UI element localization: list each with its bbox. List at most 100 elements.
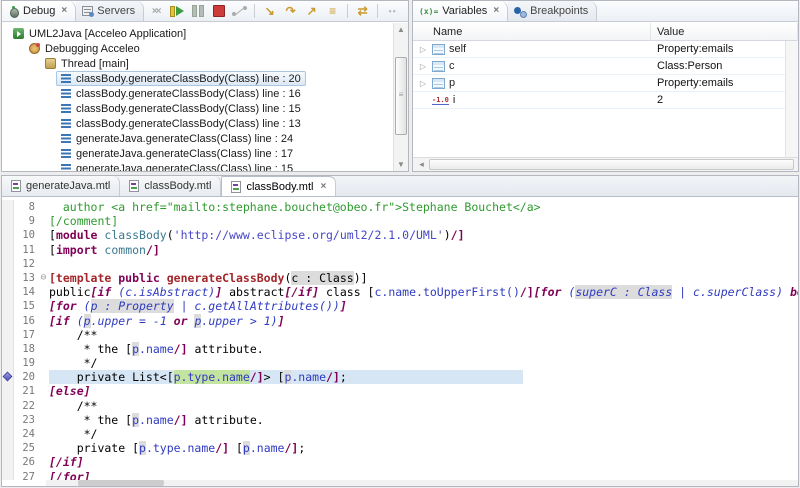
gutter-annotation-ruler[interactable] (2, 256, 14, 271)
code-line[interactable]: 24 */ (2, 427, 798, 442)
gutter-annotation-ruler[interactable] (2, 356, 14, 371)
gutter-annotation-ruler[interactable] (2, 313, 14, 328)
column-header-value[interactable]: Value (651, 22, 798, 41)
debug-thread-node[interactable]: Thread [main] (2, 56, 393, 71)
tab-breakpoints[interactable]: Breakpoints (508, 1, 598, 21)
stack-frame[interactable]: classBody.generateClassBody(Class) line … (2, 116, 393, 131)
code-editor[interactable]: 8 author <a href="mailto:stephane.bouche… (2, 198, 798, 480)
editor-tab-generatejava-mtl[interactable]: generateJava.mtl (2, 176, 121, 196)
gutter-annotation-ruler[interactable] (2, 228, 14, 243)
fold-marker-icon[interactable]: ⊖ (38, 271, 49, 285)
editor-tab-classbody-mtl[interactable]: classBody.mtl (120, 176, 222, 196)
code-line[interactable]: 19 */ (2, 356, 798, 371)
gutter-annotation-ruler[interactable] (2, 299, 14, 314)
debug-target-node[interactable]: Debugging Acceleo (2, 41, 393, 56)
scroll-left-icon[interactable]: ◂ (415, 158, 428, 171)
gutter-annotation-ruler[interactable] (2, 327, 14, 342)
code-line[interactable]: 15 [for (p : Property | c.getAllAttribute… (2, 299, 798, 314)
step-return-icon[interactable]: ↗ (302, 3, 321, 20)
close-icon[interactable]: × (320, 181, 326, 192)
code-line[interactable]: 20 private List<[p.type.name/]> [p.name/… (2, 370, 798, 385)
code-line[interactable]: 23 * the [p.name/] attribute. (2, 412, 798, 427)
variables-horizontal-scrollbar[interactable]: ◂ (413, 157, 798, 171)
step-into-icon[interactable]: ↘ (260, 3, 279, 20)
scrollbar-thumb[interactable] (429, 159, 794, 170)
code-line[interactable]: 25 private [p.type.name/] [p.name/]; (2, 441, 798, 456)
variables-row[interactable]: ▷ self Property:emails (413, 41, 785, 58)
variables-row[interactable]: ▷ p Property:emails (413, 75, 785, 92)
scrollbar-thumb[interactable] (78, 480, 164, 486)
tab-debug[interactable]: Debug × (2, 1, 77, 21)
gutter-annotation-ruler[interactable] (2, 398, 14, 413)
gutter-annotation-ruler[interactable] (2, 270, 14, 286)
code-line[interactable]: 12 (2, 256, 798, 271)
code-line[interactable]: 18 * the [p.name/] attribute. (2, 341, 798, 357)
drop-to-frame-icon[interactable]: ≡ (323, 3, 342, 20)
expand-arrow-icon[interactable]: ▷ (418, 45, 428, 54)
tree-item-label: Thread [main] (61, 57, 129, 70)
gutter-annotation-ruler[interactable] (2, 242, 14, 257)
column-header-name[interactable]: Name (413, 22, 651, 41)
tab-variables[interactable]: (x)= Variables × (413, 1, 509, 21)
code-line[interactable]: 8 author <a href="mailto:stephane.bouche… (2, 200, 798, 215)
debug-tree-scrollbar[interactable]: ▲ ≡ ▼ (393, 23, 408, 171)
toolbar-separator (347, 4, 349, 18)
gutter-annotation-ruler[interactable] (2, 214, 14, 229)
gutter-annotation-ruler[interactable] (2, 427, 14, 442)
code-line[interactable]: 17 /** (2, 327, 798, 342)
variables-icon: (x)= (419, 6, 439, 16)
variables-vertical-scrollbar[interactable] (785, 41, 798, 157)
code-line[interactable]: 21 [else] (2, 384, 798, 399)
stack-frame[interactable]: classBody.generateClassBody(Class) line … (2, 86, 393, 101)
terminate-icon[interactable] (209, 3, 228, 20)
scrollbar-thumb[interactable]: ≡ (395, 57, 407, 135)
code-line[interactable]: 10 [module classBody('http://www.eclipse.… (2, 228, 798, 243)
gutter-annotation-ruler[interactable] (2, 200, 14, 215)
remove-all-terminated-icon[interactable]: ×× (146, 3, 165, 20)
variables-row[interactable]: -1.0 i 2 (413, 92, 785, 109)
stack-frame[interactable]: generateJava.generateClass(Class) line :… (2, 146, 393, 161)
code-line[interactable]: 13 ⊖ [template public generateClassBody(c … (2, 270, 798, 286)
debug-launch-node[interactable]: UML2Java [Acceleo Application] (2, 26, 393, 41)
code-line[interactable]: 11 [import common/] (2, 242, 798, 257)
code-line[interactable]: 14 public[if (c.isAbstract)] abstract[/if… (2, 285, 798, 300)
stack-frame[interactable]: generateJava.generateClass(Class) line :… (2, 131, 393, 146)
editor-horizontal-scrollbar[interactable] (46, 480, 798, 486)
expand-arrow-icon[interactable]: ▷ (418, 79, 428, 88)
scroll-up-icon[interactable]: ▲ (394, 23, 408, 36)
gutter-annotation-ruler[interactable] (2, 469, 14, 480)
gutter-annotation-ruler[interactable] (2, 285, 14, 300)
suspend-icon[interactable] (188, 3, 207, 20)
use-step-filters-icon[interactable]: ⇄ (353, 3, 372, 20)
stack-frame[interactable]: classBody.generateClassBody(Class) line … (2, 71, 393, 86)
gutter-annotation-ruler[interactable] (2, 341, 14, 357)
gutter-annotation-ruler[interactable] (2, 370, 14, 385)
gutter-annotation-ruler[interactable] (2, 412, 14, 427)
toolbar-separator (254, 4, 256, 18)
code-line[interactable]: 16 [if (p.upper = -1 or p.upper > 1)] (2, 313, 798, 328)
close-icon[interactable]: × (61, 6, 67, 16)
gutter-annotation-ruler[interactable] (2, 455, 14, 470)
view-menu-icon[interactable]: ▽ (408, 5, 409, 17)
code-line[interactable]: 9 [/comment] (2, 214, 798, 229)
stack-frame[interactable]: classBody.generateClassBody(Class) line … (2, 101, 393, 116)
tab-servers[interactable]: Servers (76, 1, 145, 21)
code-line[interactable]: 27 [/for] (2, 469, 798, 480)
variables-row[interactable]: ▷ c Class:Person (413, 58, 785, 75)
disconnect-icon[interactable] (230, 3, 249, 20)
stack-frame[interactable]: generateJava.generateClass(Class) line :… (2, 161, 393, 171)
code-line[interactable]: 22 /** (2, 398, 798, 413)
close-icon[interactable]: × (493, 6, 499, 16)
step-over-icon[interactable]: ↷ (281, 3, 300, 20)
fold-marker-icon (38, 299, 49, 313)
code-text: [module classBody('http://www.eclipse.or… (49, 228, 465, 243)
expand-arrow-icon[interactable]: ▷ (418, 62, 428, 71)
extra-actions-icon[interactable]: •• (383, 3, 402, 20)
gutter-annotation-ruler[interactable] (2, 441, 14, 456)
editor-tab-classbody-mtl-active[interactable]: classBody.mtl × (221, 176, 337, 196)
code-line[interactable]: 26 [/if] (2, 455, 798, 470)
scroll-down-icon[interactable]: ▼ (394, 158, 408, 171)
resume-icon[interactable] (167, 3, 186, 20)
gutter-annotation-ruler[interactable] (2, 384, 14, 399)
editor-tabbar: generateJava.mtl classBody.mtl classBody… (2, 176, 798, 197)
